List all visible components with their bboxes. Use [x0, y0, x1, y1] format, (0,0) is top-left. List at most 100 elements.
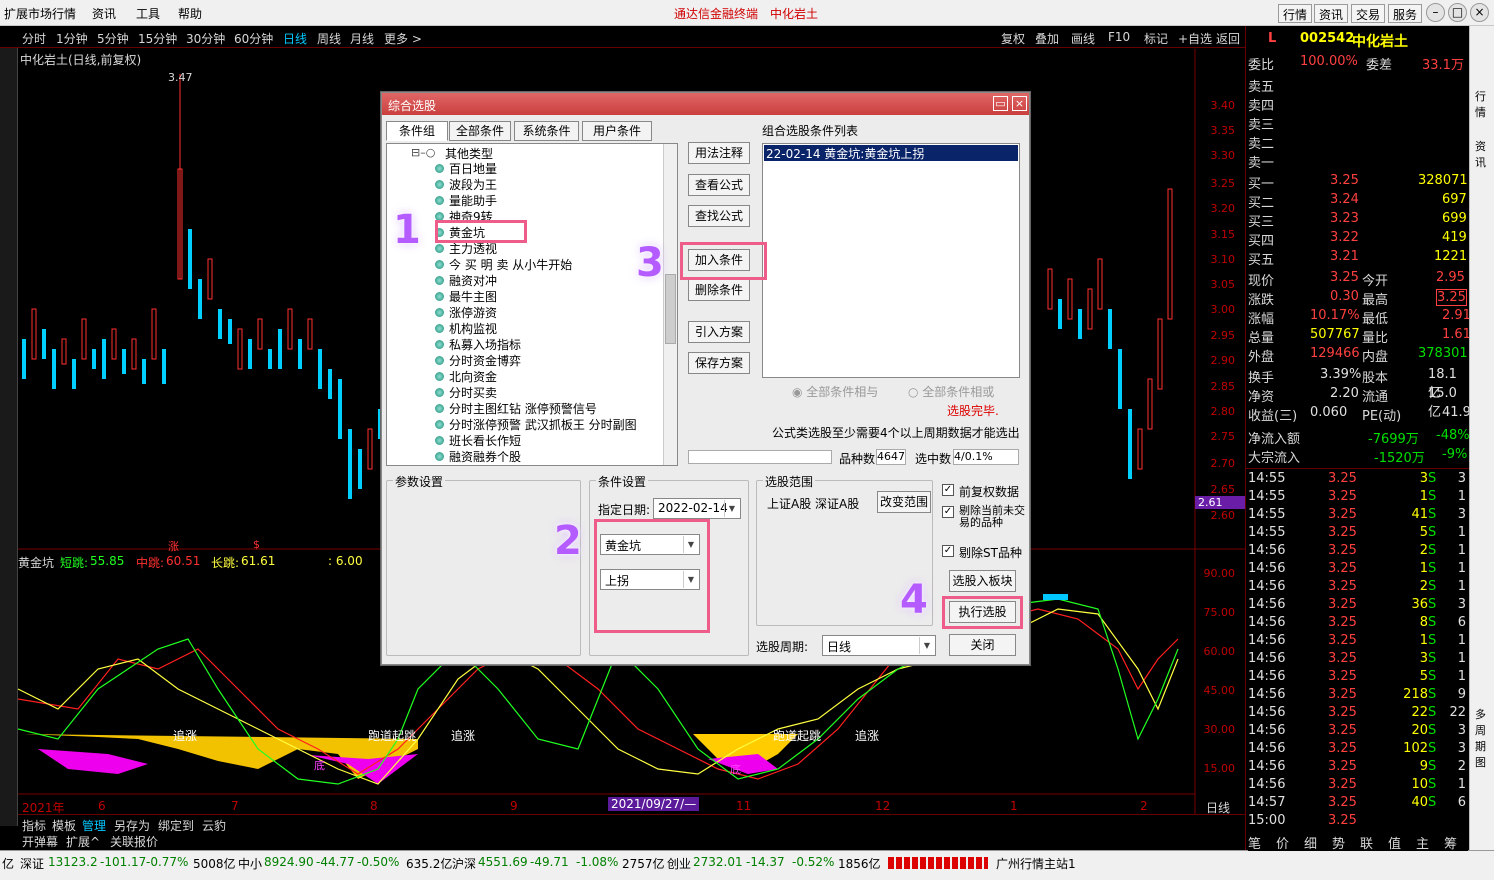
- tree-item[interactable]: 最牛主图: [435, 289, 497, 305]
- tree-item[interactable]: 融资对冲: [435, 273, 497, 289]
- panel-tab-trend[interactable]: 势: [1332, 833, 1345, 852]
- indicator-name[interactable]: 黄金坑: [18, 554, 54, 571]
- tree-item[interactable]: 百日地量: [435, 161, 497, 177]
- add-to-board-button[interactable]: 选股入板块: [949, 570, 1016, 592]
- check-icon[interactable]: ✓: [942, 484, 954, 496]
- top-button-info[interactable]: 资讯: [1314, 4, 1349, 23]
- tab-system-conditions[interactable]: 系统条件: [514, 121, 579, 141]
- panel-tab-chips[interactable]: 筹: [1444, 833, 1457, 852]
- radio-or[interactable]: ○ 全部条件相或: [908, 383, 994, 400]
- period-tab-selected[interactable]: 日线: [283, 30, 307, 47]
- minimize-icon[interactable]: –: [1426, 3, 1445, 22]
- tree-item[interactable]: 涨停游资: [435, 305, 497, 321]
- tree-item[interactable]: 分时资金博弈: [435, 353, 521, 369]
- save-scheme-button[interactable]: 保存方案: [688, 352, 750, 374]
- tree-scrollbar[interactable]: [663, 144, 677, 465]
- tree-root[interactable]: 其他类型: [445, 145, 493, 162]
- chevron-down-icon[interactable]: ▼: [724, 500, 739, 517]
- tree-item[interactable]: 今 买 明 卖 从小牛开始: [435, 257, 572, 273]
- side-tab[interactable]: 周: [1475, 722, 1486, 738]
- side-tab[interactable]: 期: [1475, 738, 1486, 754]
- period-tab-more[interactable]: 更多 >: [384, 30, 422, 47]
- side-tab[interactable]: 行: [1475, 88, 1486, 104]
- tree-expand-icon[interactable]: ⊟–○: [411, 146, 435, 159]
- tab-danmaku[interactable]: 开弹幕: [22, 833, 58, 850]
- tree-item[interactable]: 分时买卖: [435, 385, 497, 401]
- tree-item[interactable]: 量能助手: [435, 193, 497, 209]
- side-tab[interactable]: 多: [1475, 706, 1486, 722]
- tree-item[interactable]: 班长看长作短: [435, 433, 521, 449]
- find-formula-button[interactable]: 查找公式: [688, 205, 750, 227]
- menu-item-news[interactable]: 资讯: [92, 5, 116, 22]
- panel-tab-detail[interactable]: 细: [1304, 833, 1317, 852]
- radio-and[interactable]: ◉ 全部条件相与: [792, 383, 878, 400]
- tree-item[interactable]: 波段为王: [435, 177, 497, 193]
- scroll-thumb[interactable]: [665, 274, 676, 344]
- tab-condition-group[interactable]: 条件组: [386, 121, 448, 141]
- import-scheme-button[interactable]: 引入方案: [688, 321, 750, 343]
- period-tab[interactable]: 周线: [317, 30, 341, 47]
- tab-related[interactable]: 关联报价: [110, 833, 158, 850]
- check-icon[interactable]: ✓: [942, 506, 954, 518]
- date-picker[interactable]: 2022-02-14 ▼: [653, 498, 741, 519]
- tree-item[interactable]: 分时涨停预警 武汉抓板王 分时副图: [435, 417, 637, 433]
- tool-add-watch[interactable]: +自选: [1178, 30, 1212, 47]
- period-tab[interactable]: 5分钟: [97, 30, 129, 47]
- help-icon[interactable]: ▭: [993, 96, 1008, 111]
- left-tab-strip[interactable]: [0, 26, 18, 826]
- checkbox-fuquan[interactable]: ✓ 前复权数据: [942, 483, 1019, 500]
- top-button-service[interactable]: 服务: [1388, 4, 1423, 23]
- change-range-button[interactable]: 改变范围: [877, 491, 931, 513]
- tool-draw[interactable]: 画线: [1071, 30, 1095, 47]
- server-site[interactable]: 广州行情主站1: [996, 855, 1076, 872]
- panel-tab-price[interactable]: 价: [1276, 833, 1289, 852]
- tick-list[interactable]: 14:55 3.25 3 S 3 14:55 3.25 1 S 1 14:55 3.25 41 S 3 14:…: [1246, 468, 1470, 838]
- delete-condition-button[interactable]: 删除条件: [688, 279, 750, 301]
- panel-tab-main[interactable]: 主: [1416, 833, 1429, 852]
- top-button-quotes[interactable]: 行情: [1278, 4, 1313, 23]
- menu-item-help[interactable]: 帮助: [178, 5, 202, 22]
- tool-f10[interactable]: F10: [1108, 30, 1130, 44]
- tab-user-conditions[interactable]: 用户条件: [582, 121, 652, 141]
- period-tab[interactable]: 15分钟: [138, 30, 177, 47]
- side-tab[interactable]: 情: [1475, 104, 1486, 120]
- tree-item[interactable]: 融资融券个股: [435, 449, 521, 465]
- tool-fuquan[interactable]: 复权: [1001, 30, 1025, 47]
- view-formula-button[interactable]: 查看公式: [688, 174, 750, 196]
- top-button-trade[interactable]: 交易: [1351, 4, 1386, 23]
- condition-list-item[interactable]: 22-02-14 黄金坑:黄金坑上拐: [764, 145, 1018, 161]
- index-name[interactable]: 深证: [20, 855, 44, 872]
- tree-item[interactable]: 分时主图红钻 涨停预警信号: [435, 401, 597, 417]
- menu-item-tools[interactable]: 工具: [136, 5, 160, 22]
- chevron-down-icon[interactable]: ▼: [919, 637, 934, 654]
- tree-item[interactable]: 北向资金: [435, 369, 497, 385]
- index-name[interactable]: 沪深: [452, 855, 476, 872]
- panel-tab-value[interactable]: 值: [1388, 833, 1401, 852]
- usage-note-button[interactable]: 用法注释: [688, 142, 750, 164]
- tree-item[interactable]: 机构监视: [435, 321, 497, 337]
- period-select[interactable]: 日线 ▼: [822, 635, 936, 656]
- side-tab[interactable]: 资: [1475, 138, 1486, 154]
- close-icon[interactable]: ×: [1470, 3, 1489, 22]
- dialog-titlebar[interactable]: 综合选股 ▭ ×: [382, 93, 1029, 115]
- panel-tab-trades[interactable]: 笔: [1248, 833, 1261, 852]
- index-name[interactable]: 创业: [667, 855, 691, 872]
- index-name[interactable]: 中小: [238, 855, 262, 872]
- tree-item[interactable]: 私募入场指标: [435, 337, 521, 353]
- period-tab[interactable]: 60分钟: [234, 30, 273, 47]
- period-tab[interactable]: 分时: [22, 30, 46, 47]
- tool-overlay[interactable]: 叠加: [1035, 30, 1059, 47]
- side-tab[interactable]: 讯: [1475, 154, 1486, 170]
- checkbox-exclude-untraded[interactable]: ✓ 剔除当前未交易的品种: [942, 505, 1028, 529]
- close-button[interactable]: 关闭: [949, 634, 1016, 656]
- period-tab[interactable]: 月线: [350, 30, 374, 47]
- tool-back[interactable]: 返回: [1216, 30, 1240, 47]
- formula-tree[interactable]: ⊟–○ 其他类型 百日地量 波段为王 量能助手 神奇9转 黄金坑 主力透视今 买 明 卖 …: [386, 143, 678, 466]
- dialog-close-icon[interactable]: ×: [1012, 96, 1027, 111]
- tab-all-conditions[interactable]: 全部条件: [449, 121, 511, 141]
- check-icon[interactable]: ✓: [942, 545, 954, 557]
- period-tab[interactable]: 1分钟: [56, 30, 88, 47]
- tool-mark[interactable]: 标记: [1144, 30, 1168, 47]
- menu-item-market[interactable]: 扩展市场行情: [4, 5, 76, 22]
- tab-extend[interactable]: 扩展^: [66, 833, 100, 850]
